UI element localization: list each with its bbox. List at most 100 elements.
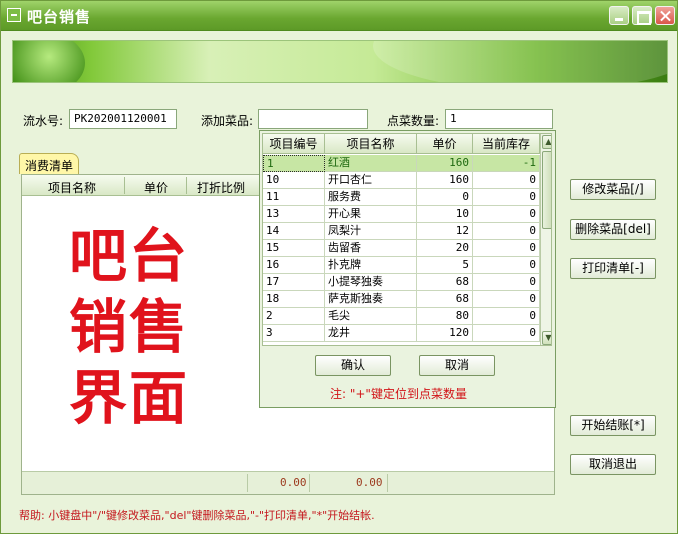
column-discount[interactable]: 打折比例 xyxy=(197,179,245,196)
cell-item-name: 凤梨汁 xyxy=(325,223,417,240)
item-row[interactable]: 14 凤梨汁 12 0 xyxy=(263,223,540,240)
total-value-1: 0.00 xyxy=(280,476,307,489)
green-drop-graphic xyxy=(13,41,85,82)
cell-item-code: 17 xyxy=(263,274,325,291)
watermark-line-3: 界面 xyxy=(69,364,190,432)
cell-price: 5 xyxy=(417,257,473,274)
cell-item-name: 毛尖 xyxy=(325,308,417,325)
item-row[interactable]: 11 服务费 0 0 xyxy=(263,189,540,206)
add-item-label: 添加菜品: xyxy=(201,114,254,128)
cell-item-code: 13 xyxy=(263,206,325,223)
title-bar[interactable]: 吧台销售 xyxy=(1,1,677,31)
cell-stock: 0 xyxy=(473,189,540,206)
window-menu-icon[interactable] xyxy=(7,8,21,22)
cancel-exit-button[interactable]: 取消退出 xyxy=(570,454,656,475)
cell-item-name: 红酒 xyxy=(325,155,417,172)
header-banner xyxy=(12,40,668,83)
cancel-button[interactable]: 取消 xyxy=(419,355,495,376)
cell-item-code: 3 xyxy=(263,325,325,342)
print-list-button[interactable]: 打印清单[-] xyxy=(570,258,656,279)
cell-stock: 0 xyxy=(473,240,540,257)
cell-price: 10 xyxy=(417,206,473,223)
modify-item-button[interactable]: 修改菜品[/] xyxy=(570,179,656,200)
cell-price: 12 xyxy=(417,223,473,240)
leaf-graphic xyxy=(373,41,667,82)
help-text: 帮助: 小键盘中"/"键修改菜品,"del"键删除菜品,"-"打印清单,"*"开… xyxy=(19,509,375,522)
item-row[interactable]: 1 红酒 160 -1 xyxy=(263,155,540,172)
item-picker-grid[interactable]: 项目编号 项目名称 单价 当前库存 1 红酒 160 -1 10 开口杏仁 160 0 11 服务… xyxy=(262,133,552,346)
cell-item-name: 萨克斯独奏 xyxy=(325,291,417,308)
cell-stock: 0 xyxy=(473,325,540,342)
column-item-name[interactable]: 项目名称 xyxy=(48,179,96,196)
cell-price: 120 xyxy=(417,325,473,342)
serial-field[interactable]: PK202001120001 xyxy=(69,109,177,129)
cell-item-name: 开口杏仁 xyxy=(325,172,417,189)
cell-stock: 0 xyxy=(473,172,540,189)
cell-stock: 0 xyxy=(473,291,540,308)
cell-price: 160 xyxy=(417,172,473,189)
total-value-2: 0.00 xyxy=(356,476,383,489)
cell-item-code: 1 xyxy=(263,155,325,172)
item-row[interactable]: 10 开口杏仁 160 0 xyxy=(263,172,540,189)
watermark-line-1: 吧台 xyxy=(69,222,190,290)
cell-price: 0 xyxy=(417,189,473,206)
item-picker-popup[interactable]: 项目编号 项目名称 单价 当前库存 1 红酒 160 -1 10 开口杏仁 160 0 11 服务… xyxy=(259,130,556,408)
tab-order-list[interactable]: 消费清单 xyxy=(19,153,80,174)
quantity-input[interactable]: 1 xyxy=(445,109,553,129)
cell-item-code: 15 xyxy=(263,240,325,257)
cell-item-code: 16 xyxy=(263,257,325,274)
cell-item-name: 开心果 xyxy=(325,206,417,223)
cell-price: 160 xyxy=(417,155,473,172)
cell-stock: 0 xyxy=(473,257,540,274)
watermark-line-2: 销售 xyxy=(69,293,190,361)
window-title: 吧台销售 xyxy=(27,8,92,26)
cell-price: 80 xyxy=(417,308,473,325)
item-row[interactable]: 17 小提琴独奏 68 0 xyxy=(263,274,540,291)
item-row[interactable]: 15 齿留香 20 0 xyxy=(263,240,540,257)
item-row[interactable]: 16 扑克牌 5 0 xyxy=(263,257,540,274)
cell-item-code: 2 xyxy=(263,308,325,325)
quantity-label: 点菜数量: xyxy=(387,114,440,128)
minimize-button[interactable] xyxy=(609,6,629,25)
item-row[interactable]: 3 龙井 120 0 xyxy=(263,325,540,342)
vertical-scrollbar[interactable]: ▲ ▼ xyxy=(540,134,551,345)
cell-price: 68 xyxy=(417,291,473,308)
cell-item-code: 18 xyxy=(263,291,325,308)
delete-item-button[interactable]: 删除菜品[del] xyxy=(570,219,656,240)
cell-item-name: 龙井 xyxy=(325,325,417,342)
cell-item-name: 小提琴独奏 xyxy=(325,274,417,291)
cell-stock: 0 xyxy=(473,308,540,325)
item-row[interactable]: 13 开心果 10 0 xyxy=(263,206,540,223)
cell-price: 20 xyxy=(417,240,473,257)
cell-item-code: 11 xyxy=(263,189,325,206)
cell-stock: 0 xyxy=(473,223,540,240)
cell-stock: 0 xyxy=(473,274,540,291)
hint-note: 注: "+"键定位到点菜数量 xyxy=(330,387,467,401)
bar-sales-window: 吧台销售 流水号: PK202001120001 添加菜品: 点菜数量: 1 消… xyxy=(0,0,678,534)
column-item-code[interactable]: 项目编号 xyxy=(263,134,325,154)
column-unit-price[interactable]: 单价 xyxy=(144,179,168,196)
column-stock[interactable]: 当前库存 xyxy=(473,134,540,154)
cell-item-name: 服务费 xyxy=(325,189,417,206)
scroll-down-icon[interactable]: ▼ xyxy=(542,331,551,345)
item-row[interactable]: 18 萨克斯独奏 68 0 xyxy=(263,291,540,308)
cell-stock: -1 xyxy=(473,155,540,172)
serial-label: 流水号: xyxy=(23,114,64,128)
maximize-button[interactable] xyxy=(632,6,652,25)
cell-stock: 0 xyxy=(473,206,540,223)
column-price[interactable]: 单价 xyxy=(417,134,473,154)
add-item-input[interactable] xyxy=(258,109,368,129)
close-button[interactable] xyxy=(655,6,675,25)
cell-item-code: 14 xyxy=(263,223,325,240)
totals-row: 0.00 0.00 xyxy=(22,471,554,494)
item-row[interactable]: 2 毛尖 80 0 xyxy=(263,308,540,325)
cell-item-name: 齿留香 xyxy=(325,240,417,257)
cell-price: 68 xyxy=(417,274,473,291)
checkout-button[interactable]: 开始结账[*] xyxy=(570,415,656,436)
column-item-name[interactable]: 项目名称 xyxy=(325,134,417,154)
scroll-thumb[interactable] xyxy=(542,151,551,229)
cell-item-name: 扑克牌 xyxy=(325,257,417,274)
confirm-button[interactable]: 确认 xyxy=(315,355,391,376)
cell-item-code: 10 xyxy=(263,172,325,189)
scroll-up-icon[interactable]: ▲ xyxy=(542,135,551,149)
